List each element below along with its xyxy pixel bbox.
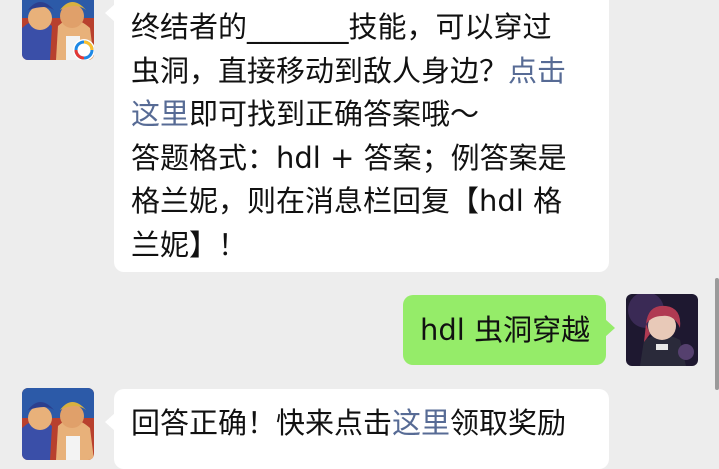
message-text-segment: 即可找到正确答案哦～ xyxy=(189,97,480,131)
message-line: 虫洞，直接移动到敌人身边？点击 xyxy=(131,50,591,94)
message-text-segment: 领取奖励 xyxy=(450,406,567,440)
scrollbar[interactable] xyxy=(715,278,719,390)
message-text-segment: 虫洞，直接移动到敌人身边？ xyxy=(131,53,509,88)
message-link[interactable]: 这里 xyxy=(131,97,189,131)
message-bubble-question[interactable]: 终结者的_______技能，可以穿过 虫洞，直接移动到敌人身边？点击 这里即可找到正… xyxy=(105,0,609,272)
message-line: 回答正确！快来点击这里领取奖励 xyxy=(131,402,609,446)
message-text-segment: hdl 虫洞穿越 xyxy=(420,313,591,347)
official-account-avatar[interactable] xyxy=(22,0,94,60)
message-line: 答题格式：hdl + 答案；例答案是 xyxy=(131,137,591,181)
message-text-segment: 终结者的_______技能，可以穿过 xyxy=(131,10,552,44)
message-text: 回答正确！快来点击这里领取奖励 xyxy=(131,402,609,446)
message-line: hdl 虫洞穿越 xyxy=(420,309,606,353)
message-text-segment: 回答正确！快来点击 xyxy=(131,406,393,440)
message-link[interactable]: 点击 xyxy=(508,54,566,88)
official-account-avatar[interactable] xyxy=(22,388,94,460)
message-line: 兰妮】！ xyxy=(131,224,591,268)
message-line: 这里即可找到正确答案哦～ xyxy=(131,93,591,137)
anime-user-avatar-icon xyxy=(626,294,698,366)
message-link[interactable]: 这里 xyxy=(392,406,450,440)
message-text-segment: 格兰妮，则在消息栏回复【hdl 格 xyxy=(131,184,563,218)
message-bubble-reply[interactable]: 回答正确！快来点击这里领取奖励 xyxy=(105,389,609,469)
game-character-avatar-icon xyxy=(22,388,94,460)
message-line: 格兰妮，则在消息栏回复【hdl 格 xyxy=(131,180,591,224)
message-bubble-answer[interactable]: hdl 虫洞穿越 xyxy=(403,295,615,365)
user-avatar[interactable] xyxy=(626,294,698,366)
message-text: 终结者的_______技能，可以穿过 虫洞，直接移动到敌人身边？点击 这里即可找到正… xyxy=(131,6,591,267)
chat-area: 终结者的_______技能，可以穿过 虫洞，直接移动到敌人身边？点击 这里即可找到正… xyxy=(0,0,719,469)
message-text-segment: 答题格式：hdl + 答案；例答案是 xyxy=(131,140,567,175)
message-line: 终结者的_______技能，可以穿过 xyxy=(131,6,591,50)
game-app-badge-icon xyxy=(73,39,94,60)
message-text-segment: 兰妮】！ xyxy=(131,227,248,262)
message-text: hdl 虫洞穿越 xyxy=(420,309,606,353)
